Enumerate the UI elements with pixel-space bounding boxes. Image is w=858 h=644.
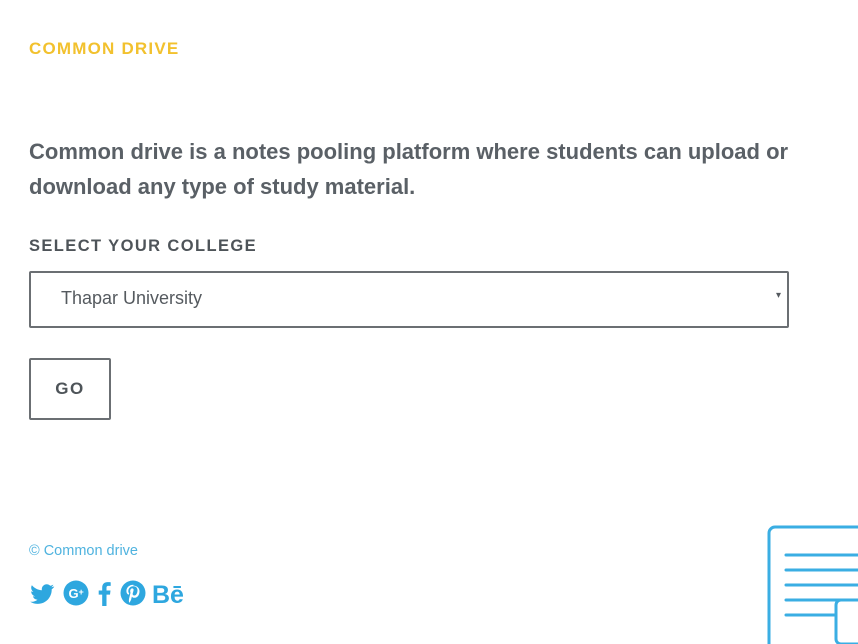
college-select-label: SELECT YOUR COLLEGE: [29, 237, 257, 255]
intro-text: Common drive is a notes pooling platform…: [29, 139, 789, 199]
go-button[interactable]: GO: [29, 358, 111, 420]
copyright-link[interactable]: © Common drive: [29, 543, 138, 559]
svg-text:+: +: [79, 587, 84, 597]
facebook-icon[interactable]: [96, 578, 112, 613]
chevron-down-icon: ▾: [775, 290, 781, 301]
go-button-label: GO: [55, 379, 85, 398]
college-select-value: Thapar University: [61, 288, 203, 308]
twitter-icon[interactable]: [29, 578, 55, 613]
behance-icon-text: Bē: [152, 581, 184, 608]
brand-title-link[interactable]: COMMON DRIVE: [29, 39, 179, 59]
behance-icon[interactable]: Bē: [152, 578, 188, 613]
document-illustration-icon: [766, 525, 858, 644]
college-select[interactable]: Thapar University ▾: [29, 271, 789, 328]
svg-text:G: G: [69, 586, 79, 601]
pinterest-icon[interactable]: [120, 578, 146, 613]
google-plus-icon[interactable]: G +: [63, 578, 89, 613]
page: COMMON DRIVE Common drive is a notes poo…: [0, 0, 858, 644]
